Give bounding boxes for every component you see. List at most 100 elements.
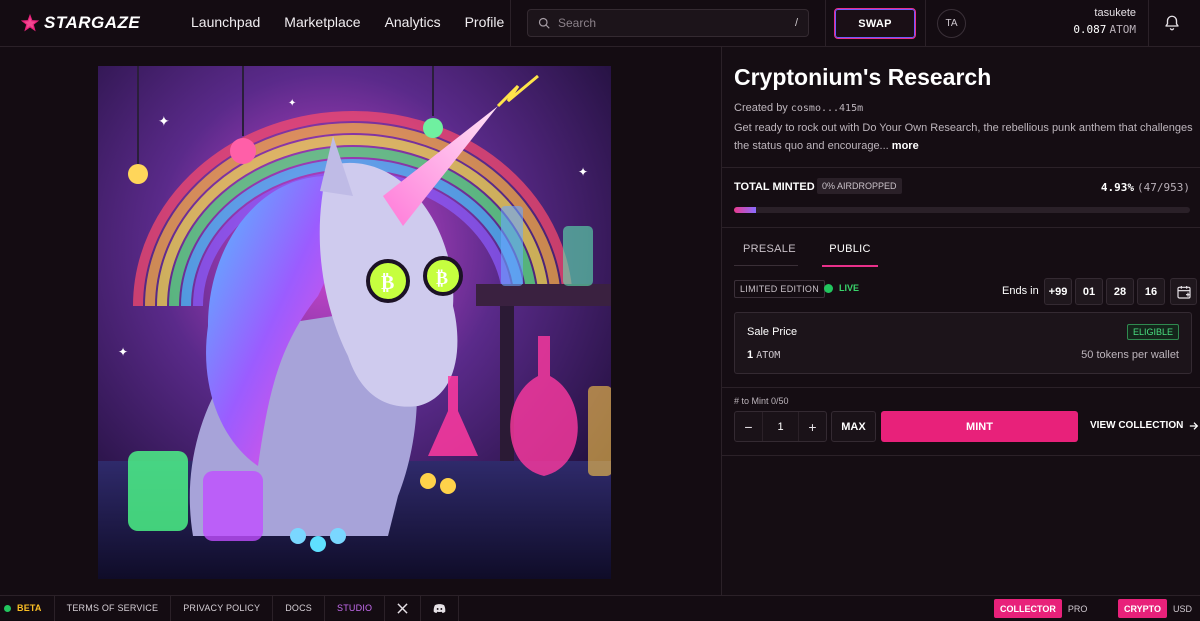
mint-button[interactable]: MINT [881, 411, 1078, 442]
created-by: Created by cosmo...415m [734, 102, 863, 114]
svg-text:₿: ₿ [436, 268, 448, 289]
sale-price-label: Sale Price [747, 326, 798, 338]
section-divider [722, 455, 1200, 456]
increment-button[interactable]: + [799, 412, 826, 441]
airdropped-badge: 0% AIRDROPPED [817, 178, 902, 194]
section-divider [722, 167, 1200, 168]
svg-text:₿: ₿ [381, 270, 394, 294]
to-mint-label: # to Mint 0/50 [734, 396, 789, 406]
footer-link-privacy[interactable]: PRIVACY POLICY [171, 595, 274, 621]
header-divider [925, 0, 926, 47]
quantity-input[interactable]: 1 [762, 412, 799, 441]
x-twitter-link[interactable] [385, 595, 422, 621]
currency-toggle[interactable]: CRYPTO USD [1118, 599, 1198, 618]
search-input[interactable] [558, 16, 778, 30]
wallet-balance: 0.087 ATOM [1073, 23, 1136, 36]
view-collection-label: VIEW COLLECTION [1090, 420, 1184, 431]
footer-link-docs[interactable]: DOCS [273, 595, 326, 621]
price-amount: 1 [747, 349, 754, 361]
collection-description: Get ready to rock out with Do Your Own R… [734, 119, 1200, 155]
section-divider [722, 227, 1200, 228]
mint-progress-fill [734, 207, 757, 213]
header-divider [825, 0, 826, 47]
svg-text:✦: ✦ [158, 113, 170, 129]
mode-pro[interactable]: PRO [1062, 599, 1094, 618]
view-collection-link[interactable]: VIEW COLLECTION [1090, 420, 1199, 431]
currency-crypto[interactable]: CRYPTO [1118, 599, 1168, 618]
balance-value: 0.087 [1073, 23, 1107, 36]
countdown-seconds: 16 [1137, 278, 1165, 305]
calendar-plus-icon [1176, 285, 1191, 299]
created-by-label: Created by [734, 102, 788, 114]
tab-presale[interactable]: PRESALE [734, 243, 798, 266]
nav-marketplace[interactable]: Marketplace [284, 14, 360, 30]
eligible-badge: ELIGIBLE [1126, 324, 1179, 340]
sale-price-card: Sale Price 1 ATOM ELIGIBLE 50 tokens per… [734, 312, 1192, 374]
arrow-right-icon [1190, 421, 1199, 430]
price-unit: ATOM [756, 350, 781, 361]
search-shortcut-key: / [794, 17, 798, 29]
wallet-info[interactable]: tasukete 0.087 ATOM [1073, 7, 1136, 36]
nav-analytics[interactable]: Analytics [385, 14, 441, 30]
nav-profile[interactable]: Profile [465, 14, 505, 30]
footer-link-studio[interactable]: STUDIO [325, 595, 386, 621]
svg-text:✦: ✦ [578, 165, 588, 179]
header-divider [1148, 0, 1149, 47]
ends-in-label: Ends in [1002, 285, 1039, 297]
per-wallet-limit: 50 tokens per wallet [1081, 349, 1179, 361]
stargaze-logo[interactable]: STARGAZE [20, 12, 140, 34]
tab-public[interactable]: PUBLIC [822, 243, 878, 267]
mint-details-panel: Cryptonium's Research Created by cosmo..… [722, 47, 1200, 595]
live-status: LIVE [824, 283, 859, 293]
artwork-panel: ₿ ₿ ✦ ✦ ✦ ✦ [0, 47, 722, 595]
logo-wordmark: STARGAZE [44, 13, 141, 32]
live-dot-icon [824, 283, 833, 293]
live-label: LIVE [839, 283, 860, 293]
description-text: Get ready to rock out with Do Your Own R… [734, 122, 1193, 152]
beta-label: BETA [17, 603, 42, 613]
add-to-calendar-button[interactable] [1170, 278, 1197, 305]
currency-usd[interactable]: USD [1167, 599, 1198, 618]
read-more-link[interactable]: more [892, 140, 919, 152]
section-divider [722, 387, 1200, 388]
bell-icon[interactable] [1163, 14, 1181, 32]
footer-bar: BETA TERMS OF SERVICE PRIVACY POLICY DOC… [0, 595, 1200, 621]
max-button[interactable]: MAX [831, 411, 876, 442]
countdown-hours: 01 [1075, 278, 1103, 305]
mode-collector[interactable]: COLLECTOR [994, 599, 1062, 618]
beta-indicator: BETA [0, 595, 55, 621]
minted-stat: 4.93% (47/953) [1101, 181, 1190, 194]
discord-link[interactable] [421, 595, 460, 621]
limited-edition-badge: LIMITED EDITION [734, 280, 826, 298]
balance-unit: ATOM [1109, 23, 1137, 36]
search-icon [538, 17, 550, 29]
svg-text:✦: ✦ [118, 345, 128, 359]
status-dot-icon [4, 604, 11, 612]
collection-title: Cryptonium's Research [734, 64, 992, 90]
main-nav: Launchpad Marketplace Analytics Profile [191, 14, 504, 30]
minted-percent: 4.93% [1100, 181, 1134, 194]
creator-address[interactable]: cosmo...415m [791, 103, 863, 114]
username: tasukete [1094, 7, 1136, 19]
footer-link-terms[interactable]: TERMS OF SERVICE [55, 595, 172, 621]
mode-toggle[interactable]: COLLECTOR PRO [994, 599, 1093, 618]
top-navigation-bar: STARGAZE Launchpad Marketplace Analytics… [0, 0, 1200, 47]
discord-icon [433, 603, 446, 613]
quantity-stepper: − 1 + [734, 411, 827, 442]
countdown-minutes: 28 [1106, 278, 1134, 305]
mint-progress-bar [734, 207, 1190, 213]
search-bar[interactable]: / [527, 9, 809, 37]
x-twitter-icon [397, 602, 408, 614]
total-minted-label: TOTAL MINTED [734, 181, 815, 193]
countdown-days: +99 [1044, 278, 1072, 305]
svg-text:✦: ✦ [288, 98, 296, 109]
nav-launchpad[interactable]: Launchpad [191, 14, 260, 30]
sale-price-value: 1 ATOM [747, 349, 780, 361]
swap-button[interactable]: SWAP [834, 8, 916, 39]
collection-artwork-image[interactable]: ₿ ₿ ✦ ✦ ✦ ✦ [98, 66, 611, 579]
minted-count: (47/953) [1137, 181, 1190, 194]
star-logo-icon [20, 13, 40, 32]
header-divider [510, 0, 511, 47]
avatar[interactable]: TA [937, 9, 966, 38]
decrement-button[interactable]: − [735, 412, 762, 441]
